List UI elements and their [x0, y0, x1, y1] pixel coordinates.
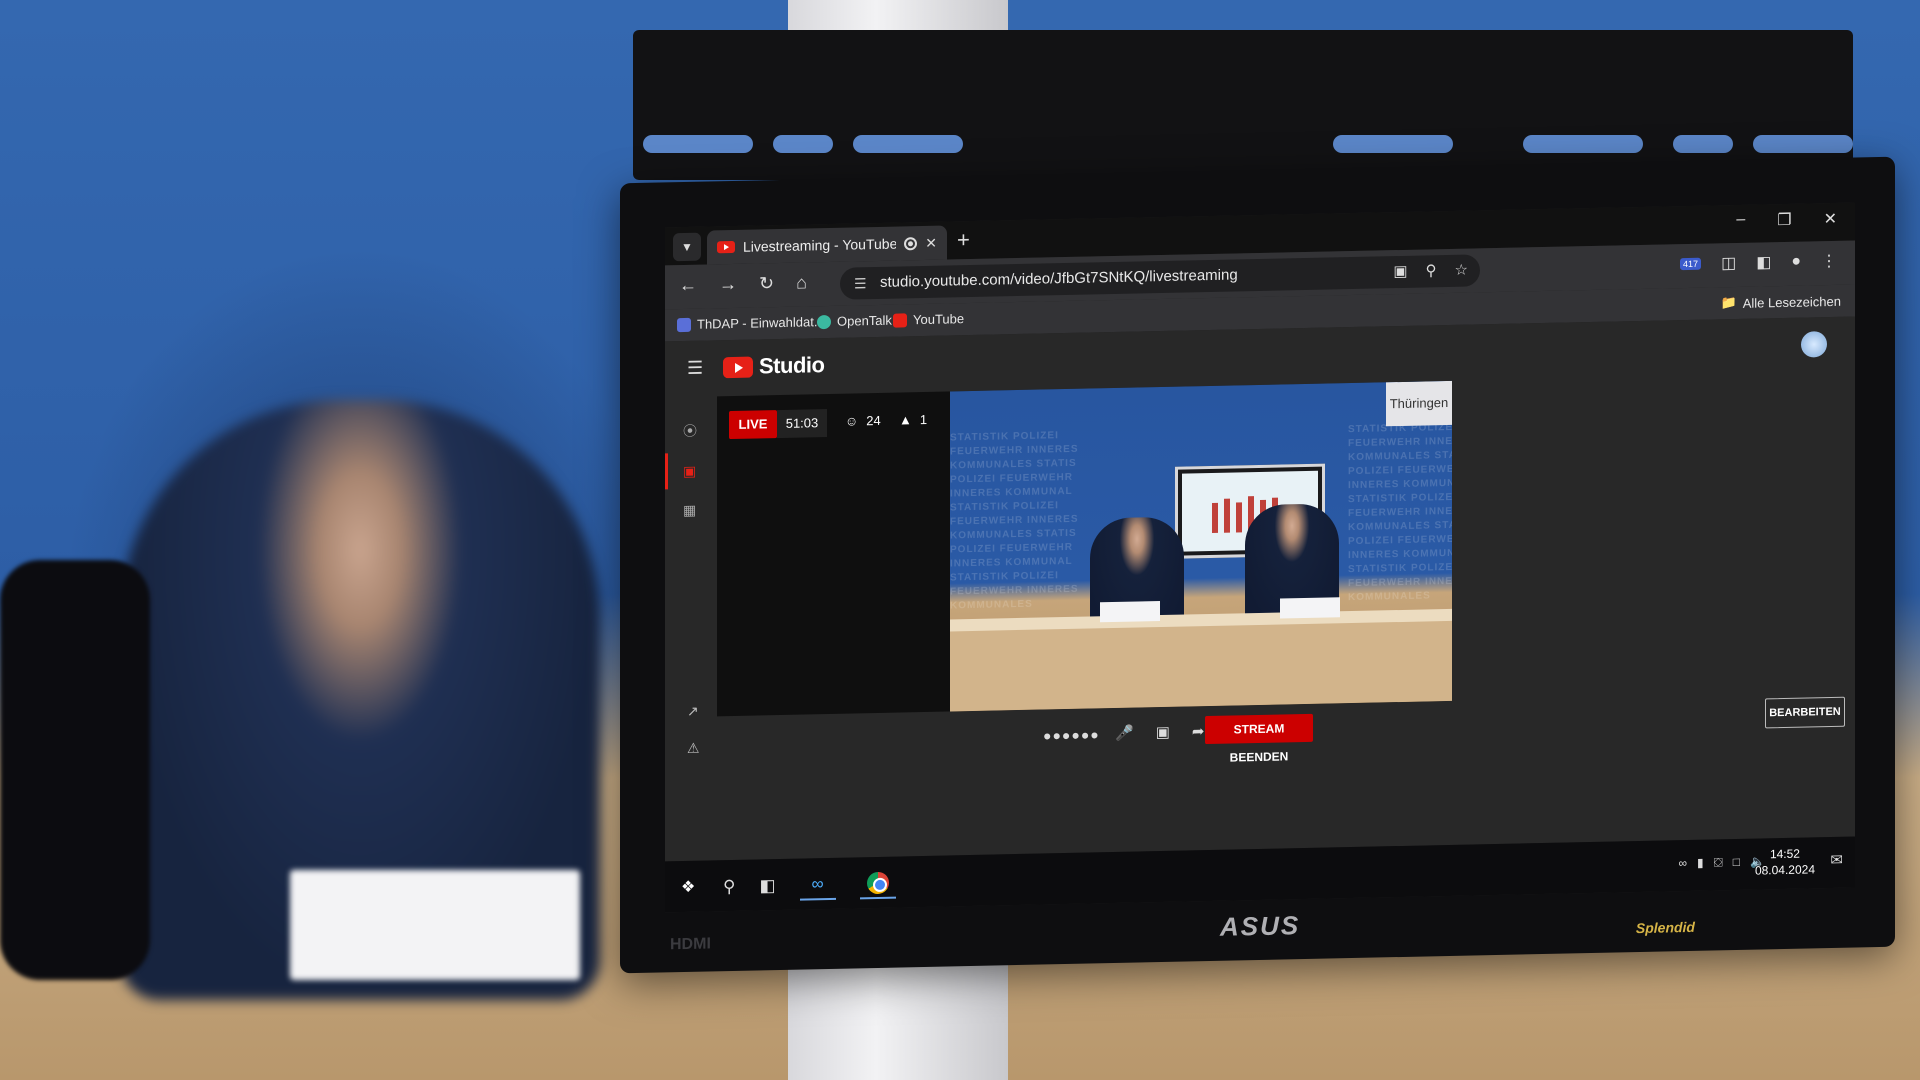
toolbar-extensions: 417 ◫ ◧ ● ⋮ [1680, 251, 1837, 274]
nameplate-right [1280, 597, 1340, 619]
blurred-camera [0, 560, 150, 980]
chrome-icon[interactable] [859, 868, 896, 900]
splendid-label: Splendid [1635, 918, 1695, 937]
sidebar-active-indicator [665, 453, 668, 490]
all-bookmarks[interactable]: 📁 Alle Lesezeichen [1721, 293, 1841, 312]
stream-video-frame[interactable]: STATISTIK POLIZEI FEUERWEHR INNERES KOMM… [950, 380, 1452, 712]
system-tray: ∞ ▮ ⛋ □ 🔈 [1678, 854, 1765, 871]
minimize-icon[interactable]: – [1736, 211, 1745, 231]
control-icons: 🎤 ▣ ➦ [1115, 722, 1204, 742]
camera-icon[interactable]: ▣ [1393, 256, 1407, 288]
elapsed-time: 51:03 [777, 409, 827, 439]
youtube-logo-icon [723, 356, 753, 378]
zoom-icon[interactable]: ⚲ [1426, 255, 1437, 287]
task-view-icon[interactable]: ◧ [759, 876, 775, 896]
forward-icon[interactable]: → [719, 274, 737, 295]
live-badge: LIVE [729, 410, 777, 440]
youtube-icon [717, 240, 735, 254]
avatar[interactable] [1801, 331, 1827, 358]
studio-logo[interactable]: Studio [723, 352, 824, 380]
battery-icon[interactable]: ▮ [1697, 856, 1704, 871]
camera-icon[interactable]: ▣ [683, 463, 697, 480]
tab-close-icon[interactable]: ✕ [925, 234, 937, 251]
hamburger-icon[interactable]: ☰ [687, 358, 703, 379]
monitor-mount-bracket [633, 30, 1853, 180]
bookmark-opentalk[interactable]: OpenTalk [817, 313, 892, 330]
thumbs-up-icon: ▲ [899, 412, 912, 428]
tab-list-button[interactable]: ▼ [673, 232, 701, 262]
nameplate-left [1100, 601, 1160, 623]
back-icon[interactable]: ← [679, 275, 697, 296]
youtube-icon [893, 312, 907, 328]
window-controls: – ❐ ✕ [1736, 209, 1837, 231]
like-count: ▲ 1 [899, 411, 928, 428]
reload-icon[interactable]: ↻ [759, 273, 774, 294]
share-screen-icon[interactable]: ▣ [1156, 723, 1170, 741]
webex-icon[interactable]: ∞ [799, 869, 836, 901]
address-bar[interactable]: ☰ studio.youtube.com/video/JfbGt7SNtKQ/l… [840, 254, 1480, 300]
menu-icon[interactable]: ⋮ [1821, 251, 1837, 271]
studio-sidebar: ⦿ ▣ ▦ [683, 421, 697, 519]
end-stream-button[interactable]: STREAM BEENDEN [1205, 713, 1313, 765]
windows-start-icon[interactable]: ❖ [681, 877, 695, 897]
notification-icon[interactable]: ✉ [1830, 851, 1843, 869]
blurred-nameplate [290, 870, 580, 980]
close-icon[interactable]: ✕ [1824, 209, 1837, 229]
clock-time: 14:52 [1769, 846, 1800, 862]
search-icon[interactable]: ⚲ [723, 877, 735, 897]
viewers-icon: ☺ [845, 413, 859, 429]
wall-pattern-left: STATISTIK POLIZEI FEUERWEHR INNERES KOMM… [950, 430, 1079, 612]
profile-icon[interactable]: ● [1791, 253, 1801, 271]
hdmi-label: HDMI [670, 935, 711, 954]
calendar-icon [677, 317, 691, 332]
taskbar-clock[interactable]: 14:52 08.04.2024 [1755, 845, 1815, 878]
monitor-brand-logo: ASUS [1220, 910, 1301, 942]
external-link-icon[interactable]: ↗ [687, 703, 700, 720]
youtube-studio: ☰ Studio ⦿ ▣ ▦ ↗ ⚠ LIVE 51:03 ☺ 24 ▲ 1 S… [665, 316, 1855, 862]
live-preview-player: LIVE 51:03 ☺ 24 ▲ 1 STATISTIK POLIZEI FE… [717, 380, 1452, 717]
monitor: ▼ Livestreaming - YouTube St ✕ + – ❐ ✕ ←… [620, 156, 1895, 974]
url-text: studio.youtube.com/video/JfbGt7SNtKQ/liv… [880, 266, 1238, 291]
calendar-icon[interactable]: ▦ [683, 502, 697, 519]
bookmark-thdap[interactable]: ThDAP - Einwahldat... [677, 314, 825, 332]
clock-date: 08.04.2024 [1754, 862, 1815, 878]
taskbar-apps: ⚲ ◧ ∞ [723, 868, 896, 903]
network-icon[interactable]: □ [1733, 855, 1740, 870]
tab-title: Livestreaming - YouTube St [743, 235, 897, 255]
extensions-icon[interactable]: ◫ [1721, 253, 1736, 273]
thuringen-logo: Thüringen [1386, 380, 1452, 427]
browser-tab[interactable]: Livestreaming - YouTube St ✕ [707, 225, 947, 265]
opentalk-icon [817, 314, 831, 329]
recording-icon [904, 236, 918, 250]
stream-health-indicator: ●●●●●● [1043, 726, 1100, 744]
folder-icon: 📁 [1720, 294, 1737, 311]
bookmark-youtube[interactable]: YouTube [893, 311, 964, 327]
home-icon[interactable]: ⌂ [796, 272, 807, 293]
webex-tray-icon[interactable]: ∞ [1678, 856, 1687, 871]
bookmark-star-icon[interactable]: ☆ [1455, 255, 1468, 287]
nav-buttons: ← → ↻ ⌂ [679, 272, 807, 296]
extension-badge[interactable]: 417 [1680, 257, 1702, 271]
omnibox-actions: ▣ ⚲ ☆ [1393, 255, 1468, 289]
viewer-count: ☺ 24 [845, 412, 881, 429]
wall-pattern-right: STATISTIK POLIZEI FEUERWEHR INNERES KOMM… [1348, 421, 1452, 604]
site-settings-icon[interactable]: ☰ [854, 267, 867, 299]
new-tab-button[interactable]: + [957, 227, 970, 253]
share-icon[interactable]: ➦ [1192, 722, 1205, 740]
security-shield-icon[interactable]: ⛋ [1714, 855, 1723, 870]
side-panel-icon[interactable]: ◧ [1756, 252, 1771, 272]
monitor-screen: ▼ Livestreaming - YouTube St ✕ + – ❐ ✕ ←… [665, 202, 1855, 913]
broadcast-icon[interactable]: ⦿ [683, 421, 697, 441]
microphone-icon[interactable]: 🎤 [1115, 724, 1134, 742]
edit-button[interactable]: BEARBEITEN [1765, 696, 1845, 729]
restore-icon[interactable]: ❐ [1777, 210, 1791, 230]
desk-front [950, 620, 1452, 712]
